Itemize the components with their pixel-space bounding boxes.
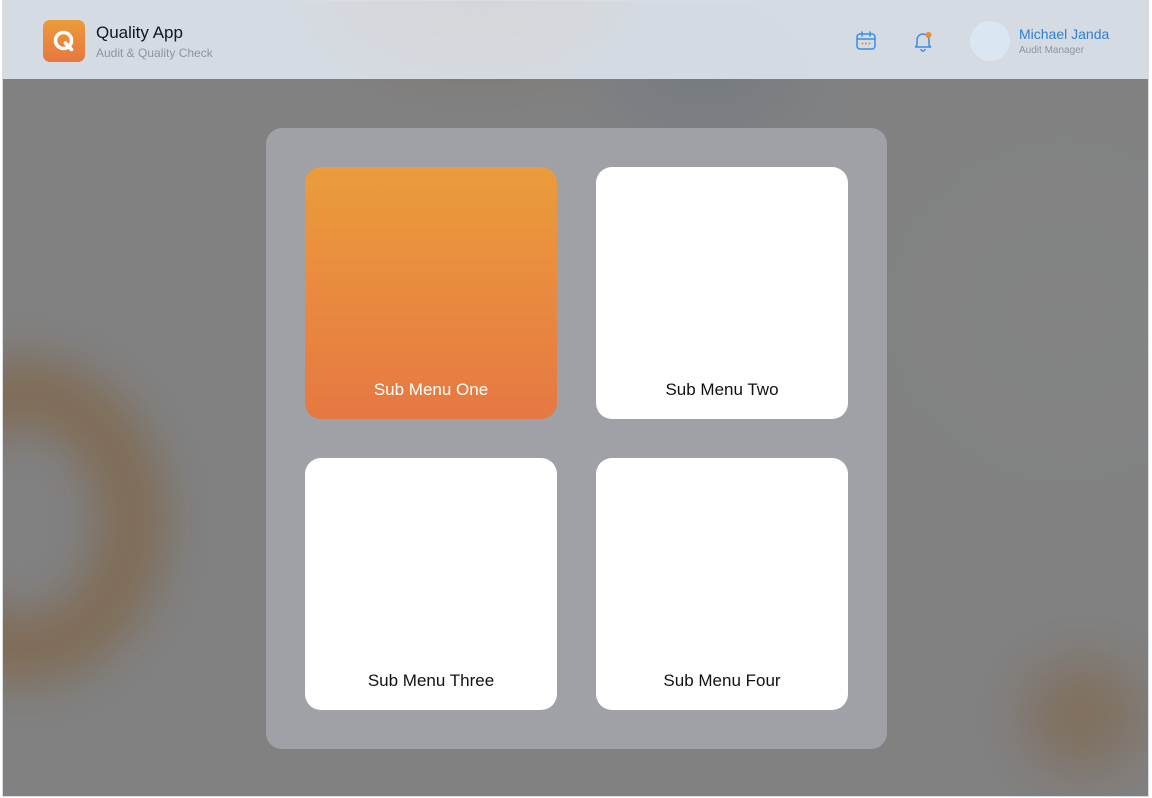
submenu-label: Sub Menu Two	[665, 380, 779, 399]
header-divider	[895, 25, 896, 57]
submenu-label: Sub Menu One	[373, 380, 489, 399]
bell-icon	[914, 32, 932, 52]
avatar[interactable]	[970, 21, 1010, 61]
submenu-tile-one[interactable]: Sub Menu One	[305, 167, 557, 419]
app-logo[interactable]	[43, 20, 85, 62]
logo-q-icon	[53, 30, 74, 52]
app-subtitle: Audit & Quality Check	[96, 46, 213, 60]
user-role: Audit Manager	[1019, 45, 1085, 56]
app-title: Quality App	[96, 23, 183, 42]
submenu-label: Sub Menu Three	[367, 671, 495, 690]
notifications-button[interactable]	[910, 28, 936, 54]
calendar-icon	[856, 31, 876, 50]
submenu-tile-two[interactable]: Sub Menu Two	[596, 167, 848, 419]
app-window: Quality App Audit & Quality Check Michae…	[2, 0, 1149, 797]
submenu-panel: Sub Menu One Sub Menu Two Sub Menu Three…	[266, 128, 887, 749]
top-header: Quality App Audit & Quality Check Michae…	[3, 1, 1148, 79]
submenu-tile-four[interactable]: Sub Menu Four	[596, 458, 848, 710]
user-name[interactable]: Michael Janda	[1019, 26, 1109, 42]
submenu-tile-three[interactable]: Sub Menu Three	[305, 458, 557, 710]
notification-dot	[925, 32, 932, 38]
calendar-button[interactable]	[853, 28, 879, 54]
submenu-label: Sub Menu Four	[663, 671, 781, 690]
